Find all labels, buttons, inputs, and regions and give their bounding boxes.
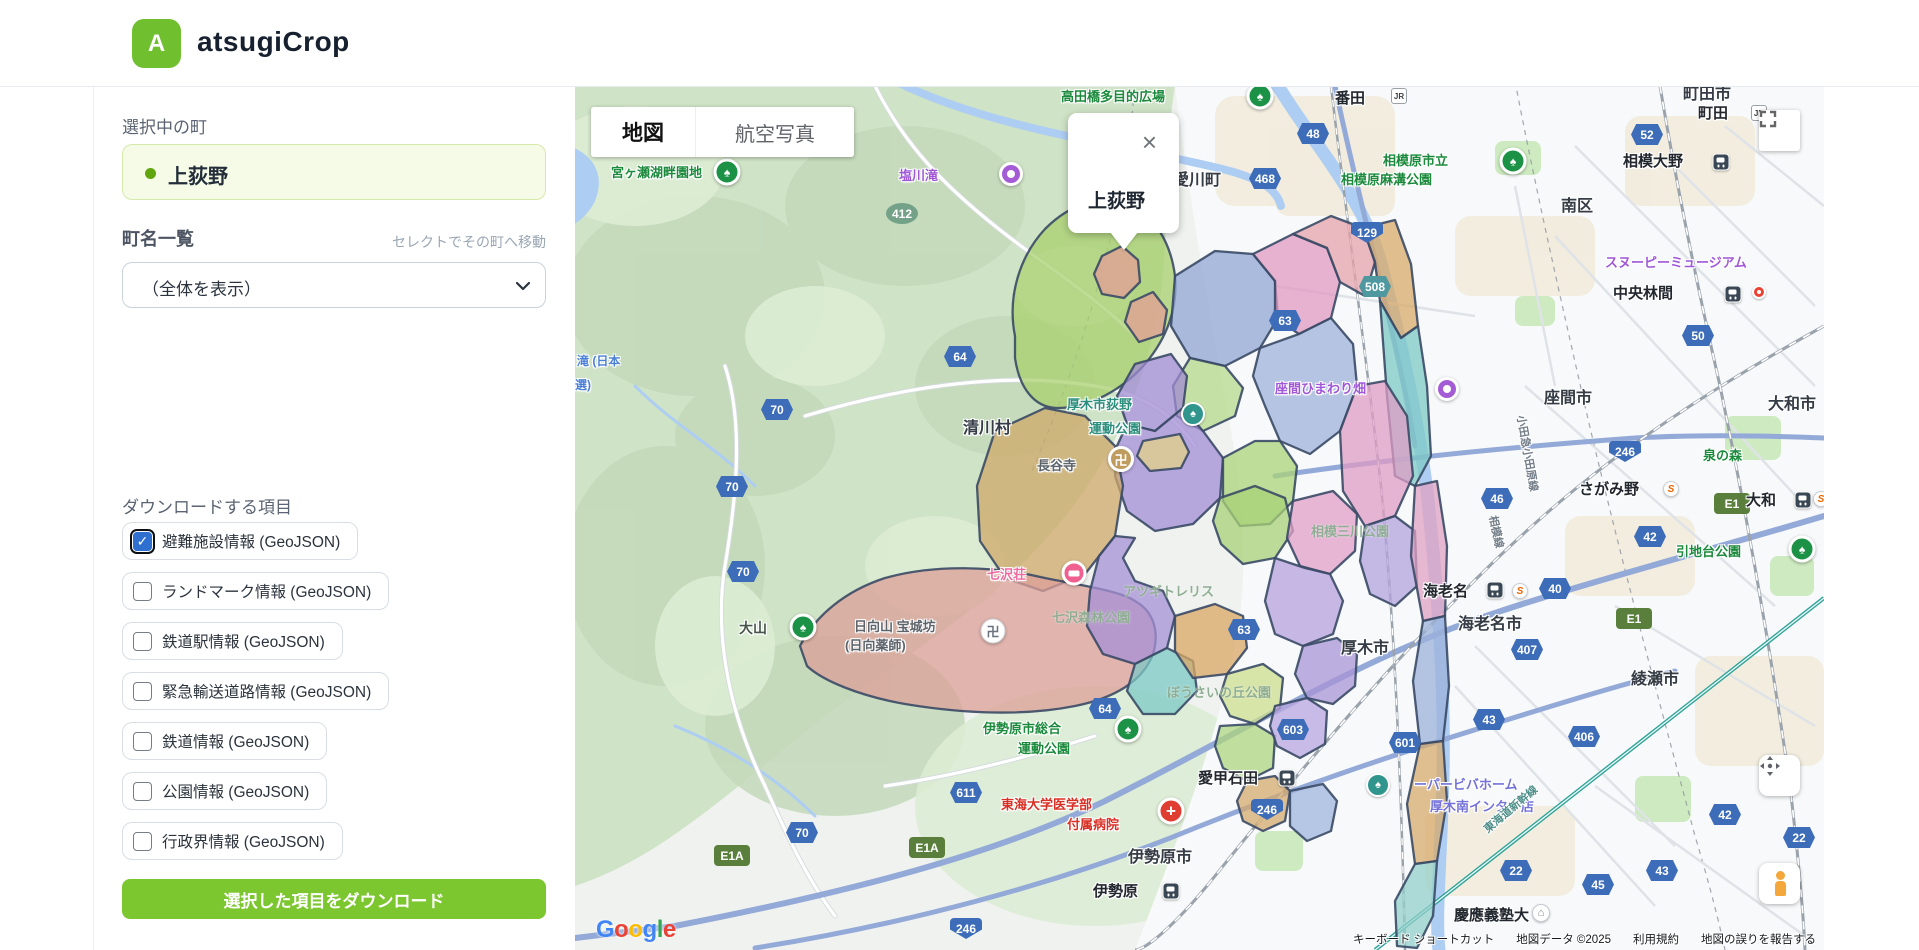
download-button[interactable]: 選択した項目をダウンロード — [122, 879, 546, 919]
map-type-control: 地図 航空写真 — [591, 107, 854, 157]
map-tiles — [575, 86, 1824, 950]
selected-town-box: 上荻野 — [122, 144, 546, 200]
fullscreen-button[interactable] — [1759, 110, 1800, 151]
selected-town-value: 上荻野 — [168, 160, 228, 189]
google-logo-letter: o — [628, 916, 642, 943]
download-option-label: 鉄道情報 (GeoJSON) — [162, 730, 309, 752]
map-type-map-button[interactable]: 地図 — [591, 107, 695, 157]
town-list-label: 町名一覧 — [122, 225, 194, 251]
download-option-label: 避難施設情報 (GeoJSON) — [162, 530, 340, 552]
terms-link[interactable]: 利用規約 — [1633, 931, 1679, 947]
download-option[interactable]: ランドマーク情報 (GeoJSON) — [122, 572, 389, 610]
checkbox-unchecked[interactable] — [133, 832, 152, 851]
checkbox-unchecked[interactable] — [133, 682, 152, 701]
download-option[interactable]: 行政界情報 (GeoJSON) — [122, 822, 343, 860]
district-polygon — [1137, 434, 1189, 471]
app-logo-letter: A — [148, 30, 165, 58]
town-select-value: （全体を表示） — [142, 275, 261, 300]
info-window-title: 上荻野 — [1088, 186, 1145, 213]
checkbox-unchecked[interactable] — [133, 582, 152, 601]
google-logo-letter: o — [614, 916, 628, 943]
sidebar: 選択中の町 上荻野 町名一覧 セレクトでその町へ移動 （全体を表示） ダウンロー… — [122, 86, 546, 950]
download-option-label: 鉄道駅情報 (GeoJSON) — [162, 630, 325, 652]
selected-town-label: 選択中の町 — [122, 113, 207, 138]
district-polygon — [1290, 784, 1337, 841]
download-option-label: 公園情報 (GeoJSON) — [162, 780, 309, 802]
fullscreen-icon — [1759, 110, 1777, 128]
map-attribution: キーボード ショートカット 地図データ ©2025 利用規約 地図の誤りを報告す… — [1353, 931, 1816, 947]
pan-icon — [1759, 755, 1781, 777]
checkbox-unchecked[interactable] — [133, 732, 152, 751]
selected-town-dot-icon — [145, 168, 156, 179]
sidebar-divider — [93, 86, 94, 950]
page-title: atsugiCrop — [197, 26, 350, 58]
checkbox-unchecked[interactable] — [133, 782, 152, 801]
download-option-label: ランドマーク情報 (GeoJSON) — [162, 580, 371, 602]
chevron-down-icon — [515, 278, 531, 294]
report-error-link[interactable]: 地図の誤りを報告する — [1701, 931, 1816, 947]
google-logo-letter: g — [643, 916, 657, 943]
info-window: × 上荻野 — [1068, 113, 1179, 233]
download-option[interactable]: 公園情報 (GeoJSON) — [122, 772, 327, 810]
map-canvas[interactable]: ♠♠♠♠♠♠♠♠卍卍+JRJRSSS⌂ 48524684121295085063… — [575, 86, 1824, 950]
map-data-text: 地図データ ©2025 — [1516, 931, 1611, 947]
checkbox-unchecked[interactable] — [133, 632, 152, 651]
pegman-button[interactable] — [1759, 863, 1800, 904]
district-polygon — [1360, 516, 1417, 606]
town-select[interactable]: （全体を表示） — [122, 262, 546, 308]
checkbox-checked[interactable] — [133, 532, 152, 551]
google-logo-letter: G — [596, 916, 614, 943]
download-option-label: 行政界情報 (GeoJSON) — [162, 830, 325, 852]
download-option[interactable]: 鉄道情報 (GeoJSON) — [122, 722, 327, 760]
download-option-label: 緊急輸送道路情報 (GeoJSON) — [162, 680, 371, 702]
app-header: A atsugiCrop — [0, 0, 1919, 87]
google-logo-letter: e — [663, 916, 676, 943]
app-root: A atsugiCrop 選択中の町 上荻野 町名一覧 セレクトでその町へ移動 … — [0, 0, 1919, 950]
google-logo[interactable]: Google — [596, 916, 676, 944]
district-polygon — [1237, 776, 1290, 831]
app-logo: A — [132, 19, 181, 68]
pegman-icon — [1772, 871, 1788, 897]
town-list-hint: セレクトでその町へ移動 — [392, 232, 546, 252]
keyboard-shortcuts-button[interactable]: キーボード ショートカット — [1353, 931, 1494, 947]
download-option[interactable]: 避難施設情報 (GeoJSON) — [122, 522, 358, 560]
close-icon[interactable]: × — [1142, 129, 1157, 155]
download-items-label: ダウンロードする項目 — [122, 493, 292, 518]
pan-control-button[interactable] — [1759, 755, 1800, 796]
download-option[interactable]: 鉄道駅情報 (GeoJSON) — [122, 622, 343, 660]
download-option[interactable]: 緊急輸送道路情報 (GeoJSON) — [122, 672, 389, 710]
map-type-satellite-button[interactable]: 航空写真 — [695, 107, 854, 157]
